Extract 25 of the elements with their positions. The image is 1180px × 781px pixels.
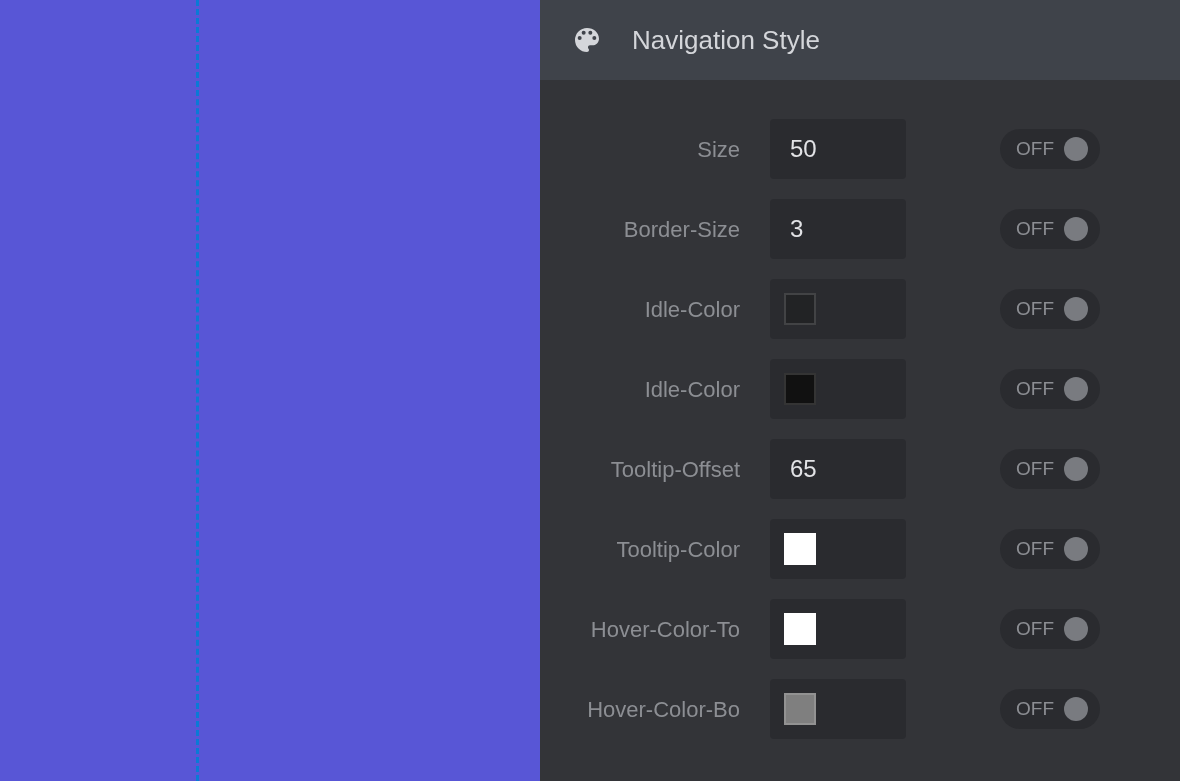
- color-field[interactable]: [770, 679, 906, 739]
- panel-title: Navigation Style: [632, 23, 820, 57]
- toggle-switch[interactable]: OFF: [1000, 449, 1100, 489]
- field-label: Hover-Color-To: [589, 615, 740, 644]
- toggle-switch[interactable]: OFF: [1000, 129, 1100, 169]
- field-label: Hover-Color-Bo: [586, 695, 740, 724]
- toggle-switch[interactable]: OFF: [1000, 689, 1100, 729]
- field-label: Idle-Color: [643, 295, 740, 324]
- field-label: Tooltip-Color: [615, 535, 740, 564]
- field-label: Border-Size: [622, 215, 740, 244]
- number-field[interactable]: 3: [770, 199, 906, 259]
- number-field[interactable]: 50: [770, 119, 906, 179]
- field-label: Idle-Color: [643, 375, 740, 404]
- color-field[interactable]: [770, 359, 906, 419]
- toggle-switch[interactable]: OFF: [1000, 209, 1100, 249]
- number-field[interactable]: 65: [770, 439, 906, 499]
- toggle-switch[interactable]: OFF: [1000, 529, 1100, 569]
- field-label: Size: [696, 135, 740, 164]
- toggle-switch[interactable]: OFF: [1000, 289, 1100, 329]
- color-field[interactable]: [770, 519, 906, 579]
- field-label: Tooltip-Offset: [609, 455, 740, 484]
- toggle-switch[interactable]: OFF: [1000, 609, 1100, 649]
- toggle-switch[interactable]: OFF: [1000, 369, 1100, 409]
- color-field[interactable]: [770, 599, 906, 659]
- color-field[interactable]: [770, 279, 906, 339]
